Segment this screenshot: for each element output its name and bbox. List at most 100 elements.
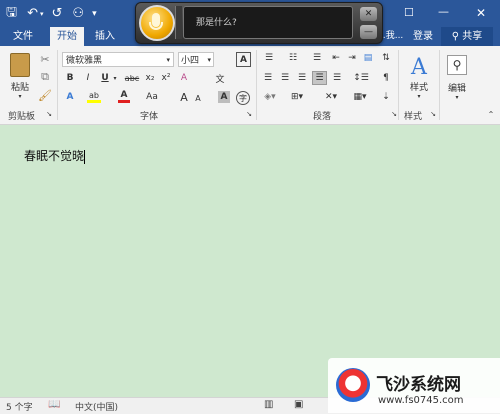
tab-file[interactable]: 文件 — [6, 27, 40, 46]
clipboard-group-label: 剪贴板 — [8, 112, 36, 122]
highlighter-icon: ab — [89, 90, 99, 100]
microphone-stand — [149, 22, 163, 30]
chevron-down-icon: ▾ — [455, 94, 459, 101]
multilevel-list-button[interactable]: ☰ — [309, 52, 325, 64]
font-color-bar — [118, 100, 130, 103]
copy-icon[interactable]: ⧉ — [38, 70, 52, 84]
read-mode-icon[interactable]: ▥ — [264, 399, 273, 410]
asian-layout-button[interactable]: ✕▾ — [322, 91, 340, 103]
clipboard-launcher-icon[interactable]: ↘ — [45, 110, 53, 118]
change-case-button[interactable]: Aa — [143, 91, 161, 103]
text-effects-button[interactable]: A — [64, 91, 76, 103]
line-spacing-button[interactable]: ↕☰ — [352, 72, 370, 84]
document-text[interactable]: 春眠不觉晓 — [24, 147, 86, 164]
font-name-value: 微软雅黑 — [66, 56, 103, 66]
enclosed-character-icon[interactable]: 字 — [236, 91, 250, 105]
styles-launcher-icon[interactable]: ↘ — [429, 110, 437, 118]
tab-home[interactable]: 开始 — [50, 27, 84, 46]
increase-indent-button[interactable]: ⇥ — [346, 52, 358, 64]
styles-icon: A — [411, 55, 427, 80]
word-count[interactable]: 5 个字 — [6, 400, 33, 413]
phonetic-guide-icon[interactable]: 文 — [214, 72, 226, 85]
italic-button[interactable]: I — [82, 72, 94, 84]
highlight-button[interactable]: ab — [86, 91, 102, 103]
restore-window-icon[interactable]: ☐ — [404, 6, 414, 19]
chevron-down-icon: ▾ — [207, 55, 211, 64]
superscript-button[interactable]: x² — [159, 72, 173, 84]
editing-button[interactable]: ⚲ 编辑 ▾ — [444, 52, 470, 104]
cut-icon[interactable]: ✂ — [38, 52, 52, 66]
microphone-icon[interactable] — [139, 5, 175, 41]
shading-button[interactable]: ◈▾ — [261, 91, 279, 103]
font-name-select[interactable]: 微软雅黑 ▾ — [62, 52, 174, 67]
undo-icon[interactable]: ↶ — [27, 6, 38, 21]
text-cursor — [84, 149, 86, 164]
editing-label: 编辑 — [447, 84, 466, 94]
save-icon[interactable]: 🖫 — [6, 3, 17, 25]
chinese-layout-button[interactable]: ▤ — [362, 52, 374, 64]
character-border-icon[interactable]: A — [236, 52, 251, 67]
ribbon: 粘贴 ▾ ✂ ⧉ 🖌 剪贴板 ↘ 微软雅黑 ▾ 小四 ▾ A B I U ▾ a… — [0, 46, 500, 125]
chevron-down-icon: ▾ — [417, 93, 421, 100]
site-watermark: 飞沙系统网 www.fs0745.com — [328, 358, 500, 413]
tab-insert[interactable]: 插入 — [88, 27, 122, 46]
styles-label: 样式 — [409, 83, 428, 93]
chevron-down-icon: ▾ — [18, 92, 22, 100]
grow-font-button[interactable]: A — [178, 91, 190, 104]
align-right-button[interactable]: ☰ — [295, 72, 309, 84]
voice-recognition-text: 那是什么? — [183, 6, 353, 39]
minimize-voice-button[interactable]: — — [360, 25, 377, 39]
bold-button[interactable]: B — [64, 72, 76, 84]
borders-button[interactable]: ⊞▾ — [288, 91, 306, 103]
align-center-button[interactable]: ☰ — [278, 72, 292, 84]
distributed-button[interactable]: ☰ — [330, 72, 344, 84]
watermark-url: www.fs0745.com — [378, 395, 464, 406]
underline-button[interactable]: U — [99, 72, 111, 84]
touch-mode-icon[interactable]: ⚇ — [72, 6, 84, 21]
ruby-text-button[interactable]: ▦▾ — [352, 91, 368, 103]
collapse-ribbon-icon[interactable]: ⌃ — [486, 110, 496, 119]
document-area[interactable]: 春眠不觉晓 — [0, 125, 500, 397]
strikethrough-button[interactable]: abc — [122, 72, 142, 84]
proofing-icon[interactable]: 📖 — [48, 399, 60, 410]
bullets-button[interactable]: ☰ — [261, 52, 277, 64]
styles-group-label: 样式 — [404, 112, 423, 122]
minimize-window-icon[interactable]: — — [438, 5, 449, 18]
text-direction-button[interactable]: ⇣ — [380, 91, 392, 103]
search-icon: ⚲ — [447, 55, 467, 75]
paste-button[interactable]: 粘贴 ▾ — [6, 52, 34, 100]
watermark-title: 飞沙系统网 — [376, 375, 461, 395]
customize-toolbar-icon[interactable]: ▾ — [92, 9, 97, 19]
close-window-icon[interactable]: ✕ — [476, 6, 486, 20]
numbering-button[interactable]: ☷ — [285, 52, 301, 64]
share-label: 共享 — [462, 31, 483, 42]
justify-button[interactable]: ☰ — [312, 71, 327, 85]
paragraph-launcher-icon[interactable]: ↘ — [390, 110, 398, 118]
shrink-font-button[interactable]: A — [193, 93, 203, 103]
paste-label: 粘贴 — [10, 82, 29, 93]
font-size-select[interactable]: 小四 ▾ — [178, 52, 214, 67]
font-size-value: 小四 — [181, 56, 200, 66]
character-shading-icon[interactable]: A — [218, 91, 230, 103]
align-left-button[interactable]: ☰ — [261, 72, 275, 84]
print-layout-icon[interactable]: ▣ — [294, 399, 303, 410]
font-color-button[interactable]: A — [117, 91, 131, 103]
sort-button[interactable]: ⇅ — [380, 52, 392, 64]
underline-dropdown-icon[interactable]: ▾ — [112, 73, 118, 83]
share-button[interactable]: ⚲ 共享 — [441, 27, 493, 46]
language-indicator[interactable]: 中文(中国) — [75, 400, 118, 413]
paragraph-group-label: 段落 — [313, 112, 332, 122]
styles-button[interactable]: A 样式 ▾ — [404, 52, 434, 104]
decrease-indent-button[interactable]: ⇤ — [330, 52, 342, 64]
subscript-button[interactable]: x₂ — [143, 72, 157, 84]
divider — [256, 50, 257, 120]
font-launcher-icon[interactable]: ↘ — [245, 110, 253, 118]
redo-icon[interactable]: ↺ — [52, 6, 63, 21]
undo-dropdown-icon[interactable]: ▾ — [40, 10, 44, 18]
sign-in-link[interactable]: 登录 — [409, 27, 437, 46]
divider — [439, 50, 440, 120]
format-painter-icon[interactable]: 🖌 — [38, 88, 52, 102]
show-marks-button[interactable]: ¶ — [380, 72, 392, 84]
clear-formatting-icon[interactable]: A — [178, 72, 190, 84]
close-voice-button[interactable]: ✕ — [360, 7, 377, 21]
